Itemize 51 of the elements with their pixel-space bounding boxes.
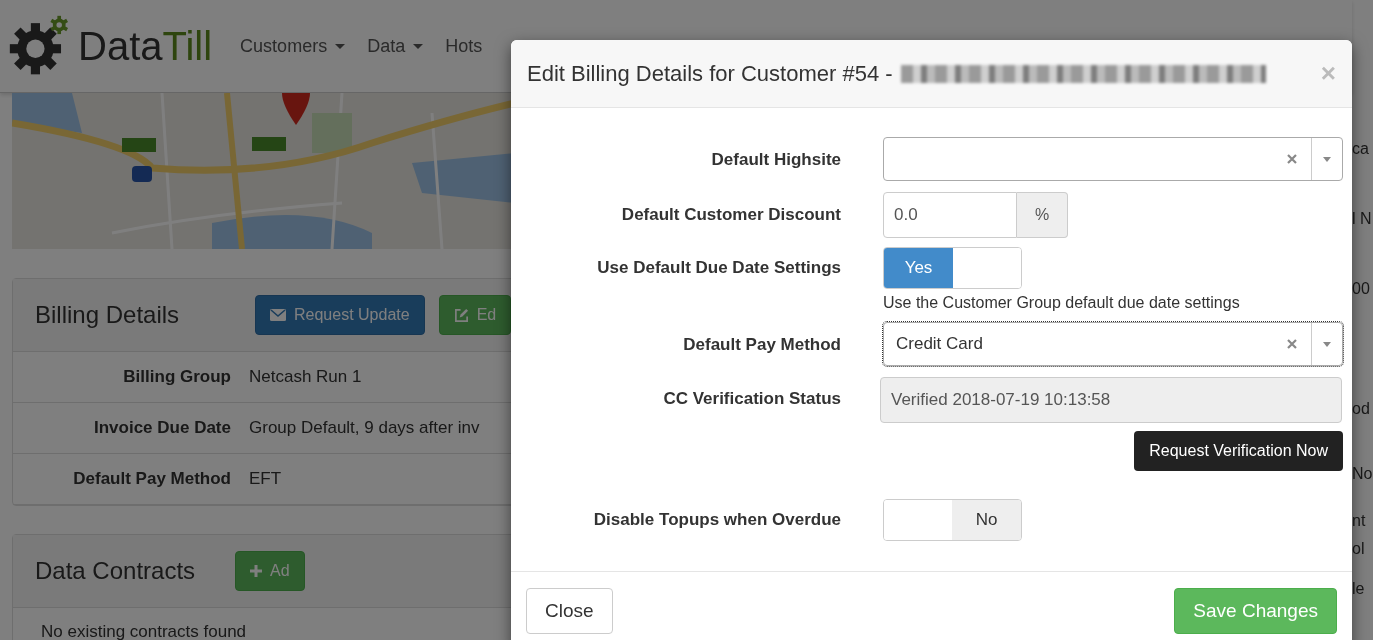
caret-icon[interactable] [1323,156,1331,162]
detail-label: Invoice Due Date [93,418,232,438]
panel-title: Billing Details [35,301,181,329]
partial-text: le [1352,580,1365,598]
partial-text: od [1352,400,1370,418]
partial-text: l N [1352,210,1372,228]
partial-text: No [1352,465,1373,483]
empty-message: No existing contracts found [40,621,248,640]
footer-button[interactable]: Close [526,588,613,634]
input-field[interactable]: 0.0 [883,192,1017,238]
caret-icon [413,43,424,49]
detail-value: Group Default, 9 days after inv [249,418,480,438]
select-field[interactable] [883,137,1343,181]
field-label: Default Customer Discount [620,204,841,226]
caret-icon[interactable] [1323,341,1331,347]
detail-label: Default Pay Method [72,469,232,489]
modal-title: Edit Billing Details for Customer #54 - [527,60,893,87]
panel-title: Data Contracts [35,557,197,585]
nav-menu-item[interactable]: Hots [445,35,483,57]
field-label: Default Highsite [710,149,841,171]
plus-icon [250,565,262,577]
field-label: Default Pay Method [682,334,841,356]
caret-icon [335,43,346,49]
toggle-switch[interactable]: Yes [883,247,1022,289]
select-field[interactable]: Credit Card [883,322,1343,366]
brand-name[interactable]: DataTill [78,23,213,69]
verify-button[interactable]: Request Verification Now [1134,431,1343,471]
nav-menu-item[interactable]: Customers [240,35,346,57]
detail-value: EFT [249,469,282,489]
input-field[interactable]: Verified 2018-07-19 10:13:58 [880,377,1342,423]
detail-value: Netcash Run 1 [249,367,362,387]
detail-label: Billing Group [122,367,232,387]
field-label: Disable Topups when Overdue [592,509,841,531]
clear-icon[interactable] [1287,339,1297,349]
edit-icon [453,307,469,323]
footer-button[interactable]: Save Changes [1174,588,1337,634]
field-label: CC Verification Status [662,388,841,410]
input-addon: % [1017,192,1068,238]
partial-text: ol [1352,540,1365,558]
nav-menu-item[interactable]: Data [367,35,424,57]
partial-text: nt [1352,512,1366,530]
help-text: Use the Customer Group default due date settings [883,294,1241,312]
panel-button[interactable]: Request Update [255,295,425,335]
add-button[interactable]: Ad [235,551,305,591]
partial-text: 00 [1352,280,1370,298]
toggle-switch[interactable]: No [883,499,1022,541]
envelope-icon [270,309,286,321]
field-label: Use Default Due Date Settings [596,257,841,279]
partial-text: ca [1352,140,1369,158]
panel-button[interactable]: Ed [438,295,512,335]
clear-icon[interactable] [1287,154,1297,164]
